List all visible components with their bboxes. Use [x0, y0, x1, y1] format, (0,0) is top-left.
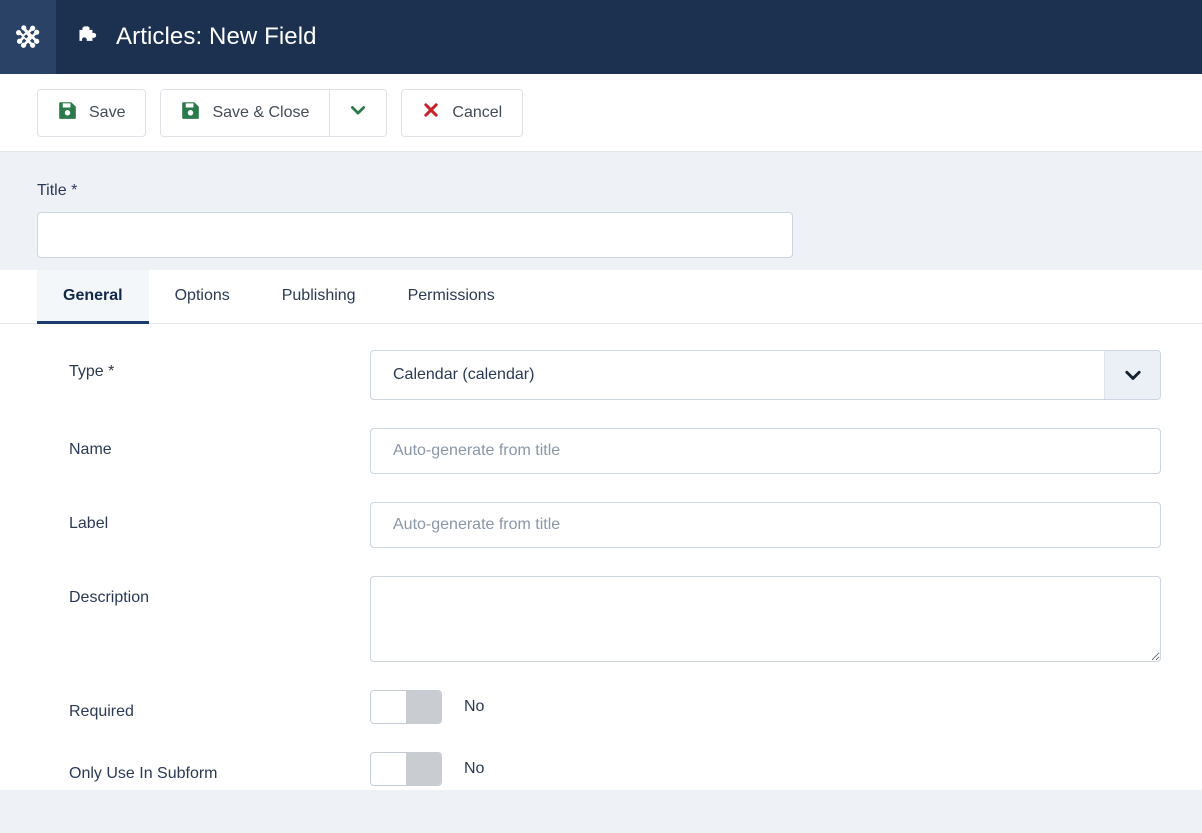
form-row-name: Name [0, 428, 1202, 474]
cancel-button-label: Cancel [452, 103, 503, 121]
form-row-label: Label [0, 502, 1202, 548]
required-toggle-state: No [464, 698, 485, 715]
save-button[interactable]: Save [37, 88, 147, 137]
description-textarea[interactable] [370, 576, 1161, 662]
chevron-down-icon[interactable] [1104, 351, 1160, 399]
tab-permissions[interactable]: Permissions [382, 270, 521, 324]
only-use-in-subform-label: Only Use In Subform [69, 765, 218, 782]
tab-options[interactable]: Options [149, 270, 256, 324]
close-x-icon [422, 101, 440, 124]
tab-general[interactable]: General [37, 270, 149, 324]
tab-bar: General Options Publishing Permissions [0, 270, 1202, 324]
type-select[interactable]: Calendar (calendar) [370, 350, 1161, 400]
cancel-button[interactable]: Cancel [401, 88, 524, 137]
required-label: Required [69, 703, 134, 720]
save-button-label: Save [89, 103, 126, 121]
field-edit-panel: General Options Publishing Permissions T… [0, 270, 1202, 790]
chevron-down-icon [348, 100, 368, 125]
app-header: Articles: New Field [0, 0, 1202, 74]
save-options-dropdown-toggle[interactable] [329, 89, 387, 136]
name-label: Name [69, 441, 112, 458]
editor-toolbar: Save Save & Close Cancel [0, 74, 1202, 152]
title-input[interactable] [37, 212, 793, 258]
save-and-close-button[interactable]: Save & Close [161, 89, 330, 136]
page-title: Articles: New Field [116, 23, 317, 50]
label-input[interactable] [370, 502, 1161, 548]
save-close-button-group: Save & Close [160, 88, 388, 137]
form-row-description: Description [0, 576, 1202, 662]
header-title-group: Articles: New Field [56, 23, 317, 51]
type-label: Type * [69, 363, 115, 380]
form-row-type: Type * Calendar (calendar) [0, 350, 1202, 400]
floppy-disk-icon [58, 101, 77, 125]
toggle-knob [371, 691, 406, 723]
joomla-logo-button[interactable] [0, 0, 56, 74]
type-select-value: Calendar (calendar) [393, 366, 535, 383]
floppy-disk-icon [181, 101, 200, 125]
title-field-area: Title * [0, 152, 1202, 270]
tab-publishing[interactable]: Publishing [256, 270, 382, 324]
form-row-required: Required No [0, 690, 1202, 724]
label-label: Label [69, 515, 109, 532]
toggle-track [406, 753, 441, 785]
save-and-close-label: Save & Close [212, 103, 310, 121]
only-use-in-subform-toggle[interactable] [370, 752, 442, 786]
only-use-in-subform-toggle-state: No [464, 760, 485, 777]
name-input[interactable] [370, 428, 1161, 474]
description-label: Description [69, 589, 150, 606]
toggle-knob [371, 753, 406, 785]
form-row-only-use-in-subform: Only Use In Subform No [0, 752, 1202, 786]
general-tab-form: Type * Calendar (calendar) Name Label [0, 324, 1202, 786]
title-label: Title * [37, 182, 78, 199]
toggle-track [406, 691, 441, 723]
puzzle-piece-icon [76, 24, 102, 50]
joomla-logo-icon [13, 22, 43, 52]
required-toggle[interactable] [370, 690, 442, 724]
